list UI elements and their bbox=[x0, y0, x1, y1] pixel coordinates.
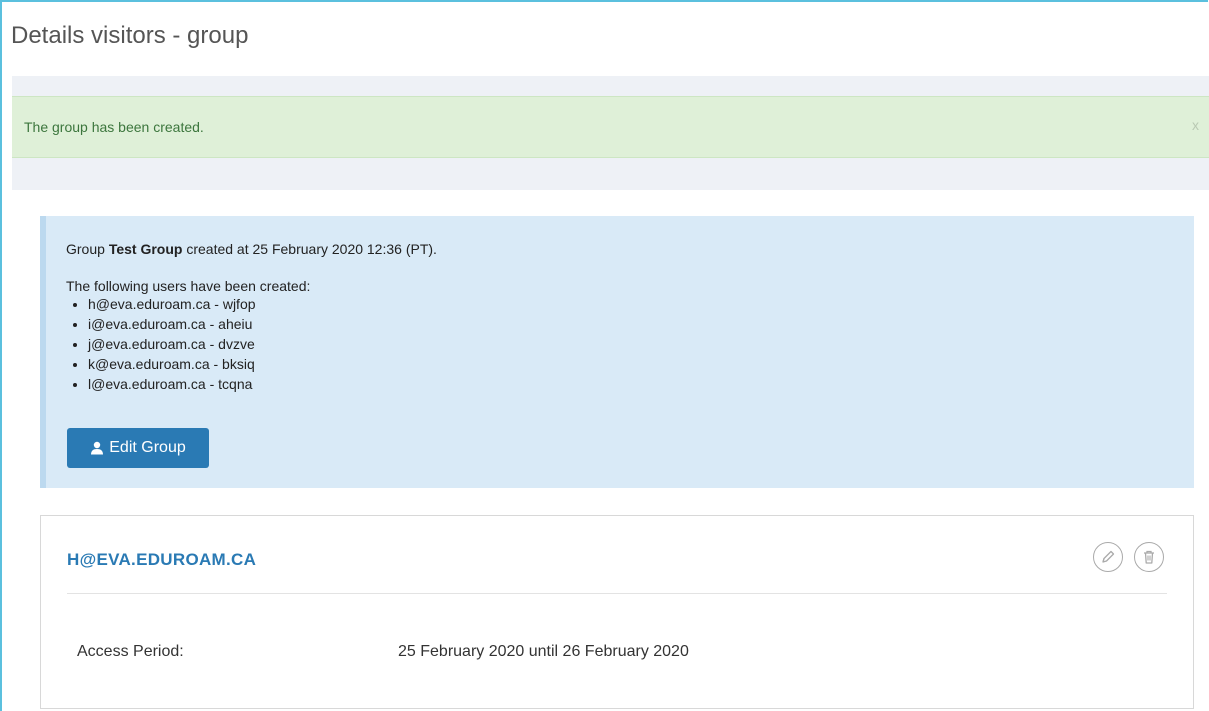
trash-icon bbox=[1141, 549, 1157, 565]
group-name: Test Group bbox=[108, 241, 183, 257]
edit-user-button[interactable] bbox=[1093, 542, 1123, 572]
pencil-icon bbox=[1100, 549, 1116, 565]
group-created-prefix: Group bbox=[66, 241, 109, 257]
list-item: k@eva.eduroam.ca - bksiq bbox=[88, 354, 256, 374]
edit-group-label: Edit Group bbox=[109, 439, 186, 456]
group-info-panel: Group Test Group created at 25 February … bbox=[40, 216, 1194, 488]
edit-group-button[interactable]: Edit Group bbox=[67, 428, 209, 468]
page-title: Details visitors - group bbox=[11, 22, 249, 49]
group-created-suffix: created at 25 February 2020 12:36 (PT). bbox=[182, 241, 437, 257]
page-frame: Details visitors - group The group has b… bbox=[0, 0, 1209, 711]
access-period-value: 25 February 2020 until 26 February 2020 bbox=[398, 643, 689, 660]
delete-user-button[interactable] bbox=[1134, 542, 1164, 572]
list-item: h@eva.eduroam.ca - wjfop bbox=[88, 294, 256, 314]
access-period-label: Access Period: bbox=[77, 643, 184, 660]
alert-close-button[interactable]: x bbox=[1192, 117, 1199, 133]
group-created-text: Group Test Group created at 25 February … bbox=[66, 241, 437, 257]
alert-message: The group has been created. bbox=[24, 119, 204, 135]
list-item: i@eva.eduroam.ca - aheiu bbox=[88, 314, 256, 334]
users-heading: The following users have been created: bbox=[66, 278, 311, 294]
user-card: H@EVA.EDUROAM.CA Access Period: 25 Febru… bbox=[40, 515, 1194, 709]
list-item: l@eva.eduroam.ca - tcqna bbox=[88, 374, 256, 394]
card-divider bbox=[67, 593, 1167, 594]
created-users-list: h@eva.eduroam.ca - wjfop i@eva.eduroam.c… bbox=[66, 294, 256, 394]
success-alert: The group has been created. x bbox=[12, 96, 1209, 158]
list-item: j@eva.eduroam.ca - dvzve bbox=[88, 334, 256, 354]
user-icon bbox=[90, 441, 109, 455]
user-card-title[interactable]: H@EVA.EDUROAM.CA bbox=[67, 550, 256, 570]
